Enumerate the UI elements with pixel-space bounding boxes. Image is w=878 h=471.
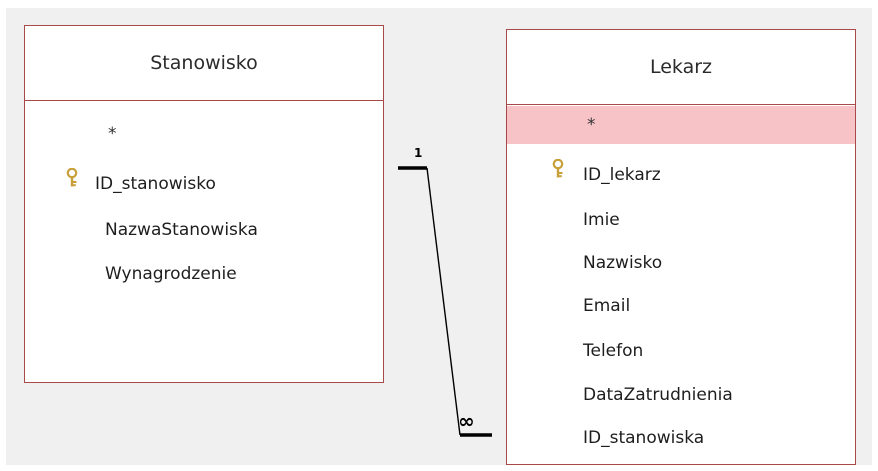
relationship-line[interactable]: 1 ∞ — [6, 8, 872, 465]
relationship-connector[interactable] — [426, 167, 461, 436]
relationships-canvas: Stanowisko * ID_stanowisko NazwaStanowis… — [6, 8, 872, 465]
one-label: 1 — [414, 146, 422, 160]
many-label: ∞ — [458, 409, 475, 433]
